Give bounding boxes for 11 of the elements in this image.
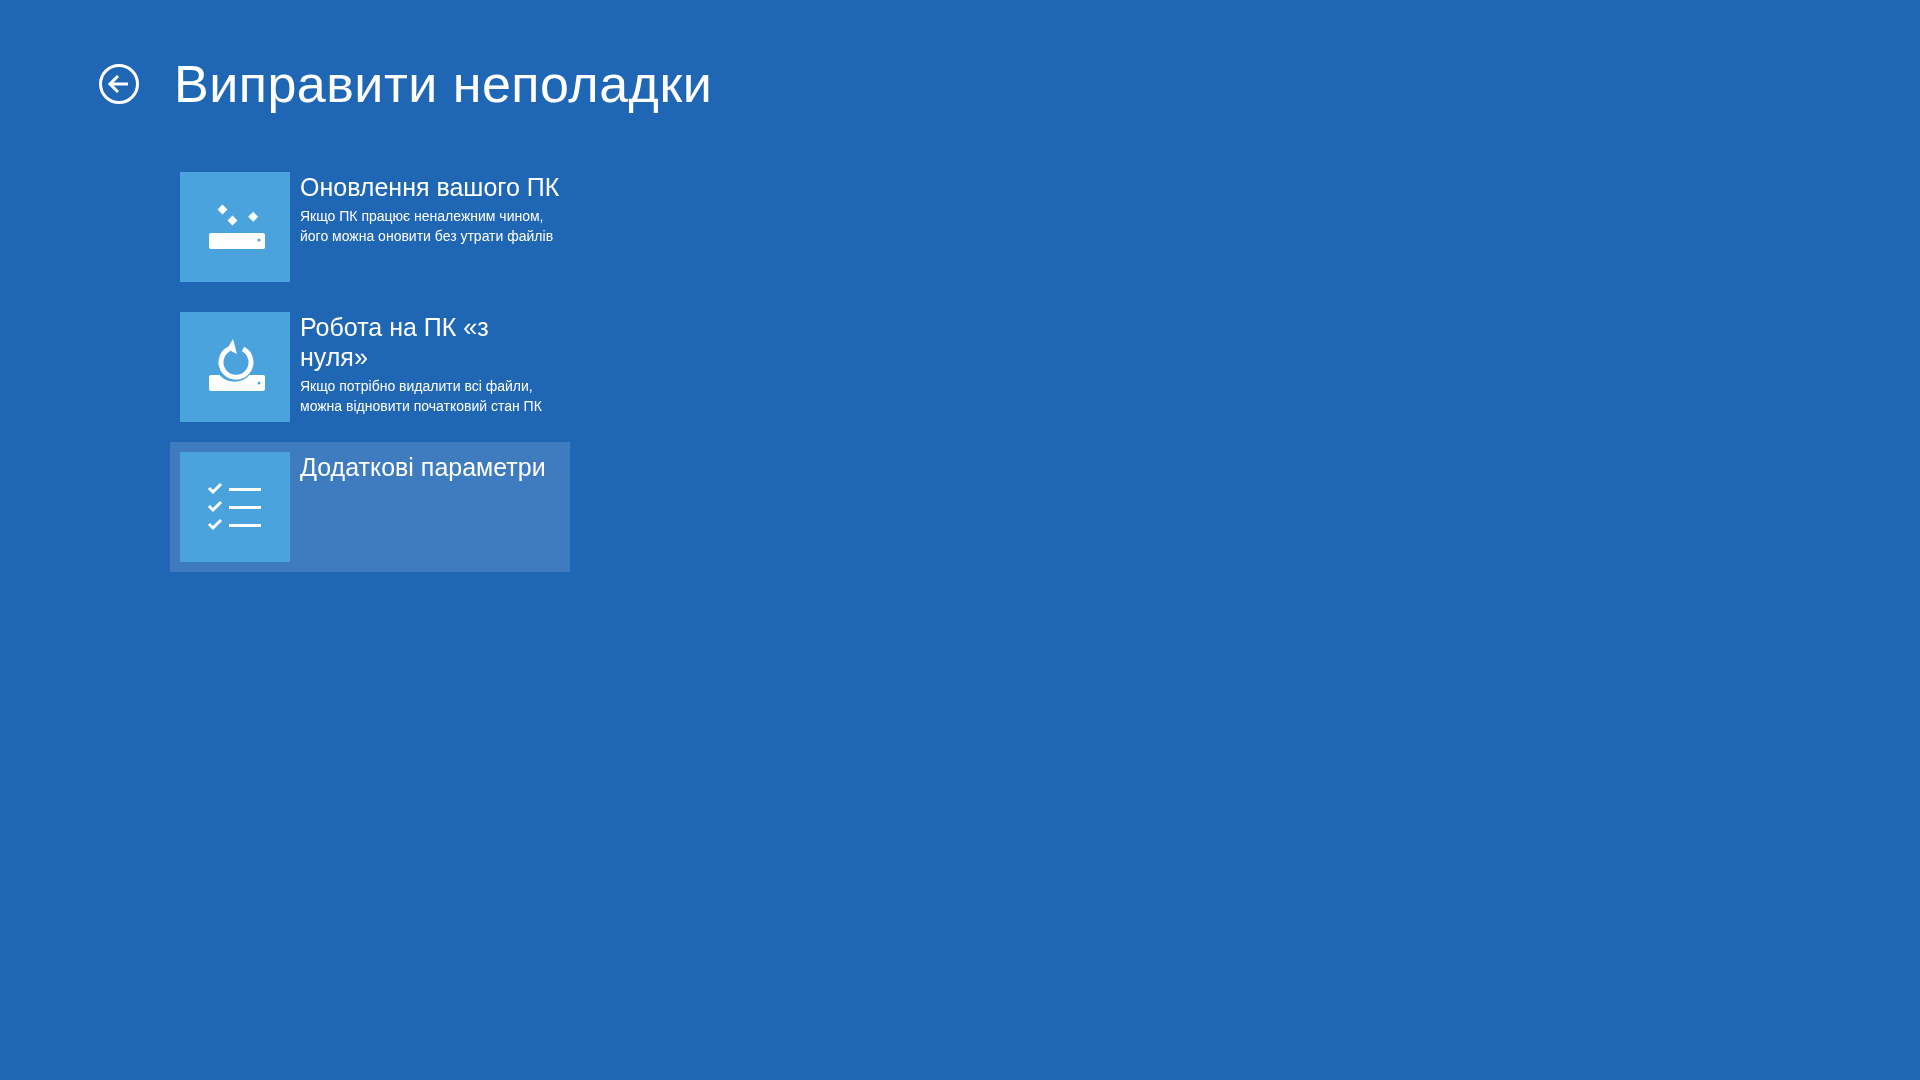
option-description: Якщо потрібно видалити всі файли, можна відновити початковий стан ПК	[300, 377, 543, 416]
checklist-icon	[207, 482, 263, 532]
option-description: Якщо ПК працює неналежним чином, його можна оновити без утрати файлів	[300, 207, 555, 246]
back-button[interactable]	[98, 63, 140, 105]
page-title: Виправити неполадки	[174, 54, 713, 114]
option-title: Додаткові параметри	[300, 452, 547, 482]
option-title: Робота на ПК «з нуля»	[300, 312, 490, 372]
option-item[interactable]: Додаткові параметри	[170, 442, 570, 572]
option-title: Оновлення вашого ПК	[300, 172, 560, 202]
option-item[interactable]: Оновлення вашого ПК Якщо ПК працює неналежним чином, його можна оновити без утрати файлів	[170, 162, 570, 292]
option-item[interactable]: Робота на ПК «з нуля» Якщо потрібно видалити всі файли, можна відновити початковий стан ПК	[170, 302, 570, 432]
